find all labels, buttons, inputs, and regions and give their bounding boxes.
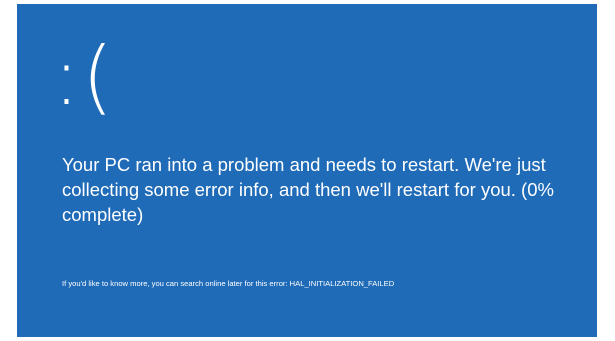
screenshot-frame: :( Your PC ran into a problem and needs … bbox=[0, 0, 615, 341]
blue-screen: :( Your PC ran into a problem and needs … bbox=[17, 4, 597, 337]
sad-face-emoticon: :( bbox=[53, 30, 116, 123]
error-detail-text: If you'd like to know more, you can sear… bbox=[62, 279, 395, 288]
error-message: Your PC ran into a problem and needs to … bbox=[62, 154, 554, 225]
